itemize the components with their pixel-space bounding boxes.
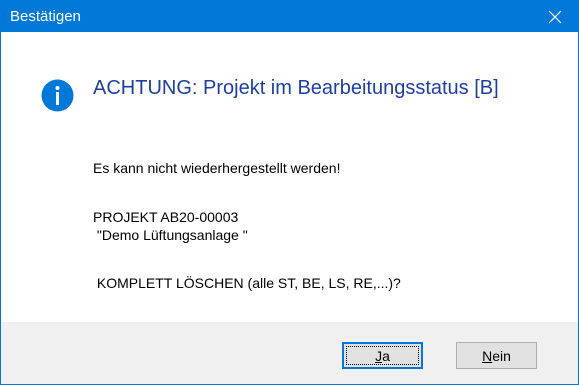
no-button-label: ein bbox=[492, 347, 511, 364]
button-bar: Ja Nein bbox=[1, 322, 578, 384]
message-line-restore: Es kann nicht wiederhergestellt werden! bbox=[93, 160, 341, 176]
yes-button-mnemonic: J bbox=[375, 347, 383, 364]
window-title: Bestätigen bbox=[10, 8, 81, 25]
info-icon bbox=[41, 79, 74, 112]
title-bar[interactable]: Bestätigen bbox=[1, 1, 578, 32]
message-area: ACHTUNG: Projekt im Bearbeitungsstatus [… bbox=[1, 32, 578, 322]
close-icon bbox=[548, 10, 562, 23]
message-line-question: KOMPLETT LÖSCHEN (alle ST, BE, LS, RE,..… bbox=[93, 275, 401, 291]
message-line-project-name: "Demo Lüftungsanlage " bbox=[93, 227, 248, 243]
no-button-mnemonic: N bbox=[482, 347, 493, 364]
no-button[interactable]: Nein bbox=[456, 342, 537, 369]
yes-button[interactable]: Ja bbox=[342, 342, 423, 369]
yes-button-label: a bbox=[382, 347, 390, 364]
message-line-project: PROJEKT AB20-00003 bbox=[93, 209, 239, 225]
message-heading: ACHTUNG: Projekt im Bearbeitungsstatus [… bbox=[93, 77, 499, 99]
confirm-dialog: Bestätigen ACHTUNG: Projekt im Bearbeitu… bbox=[0, 0, 579, 385]
close-button[interactable] bbox=[532, 1, 578, 32]
